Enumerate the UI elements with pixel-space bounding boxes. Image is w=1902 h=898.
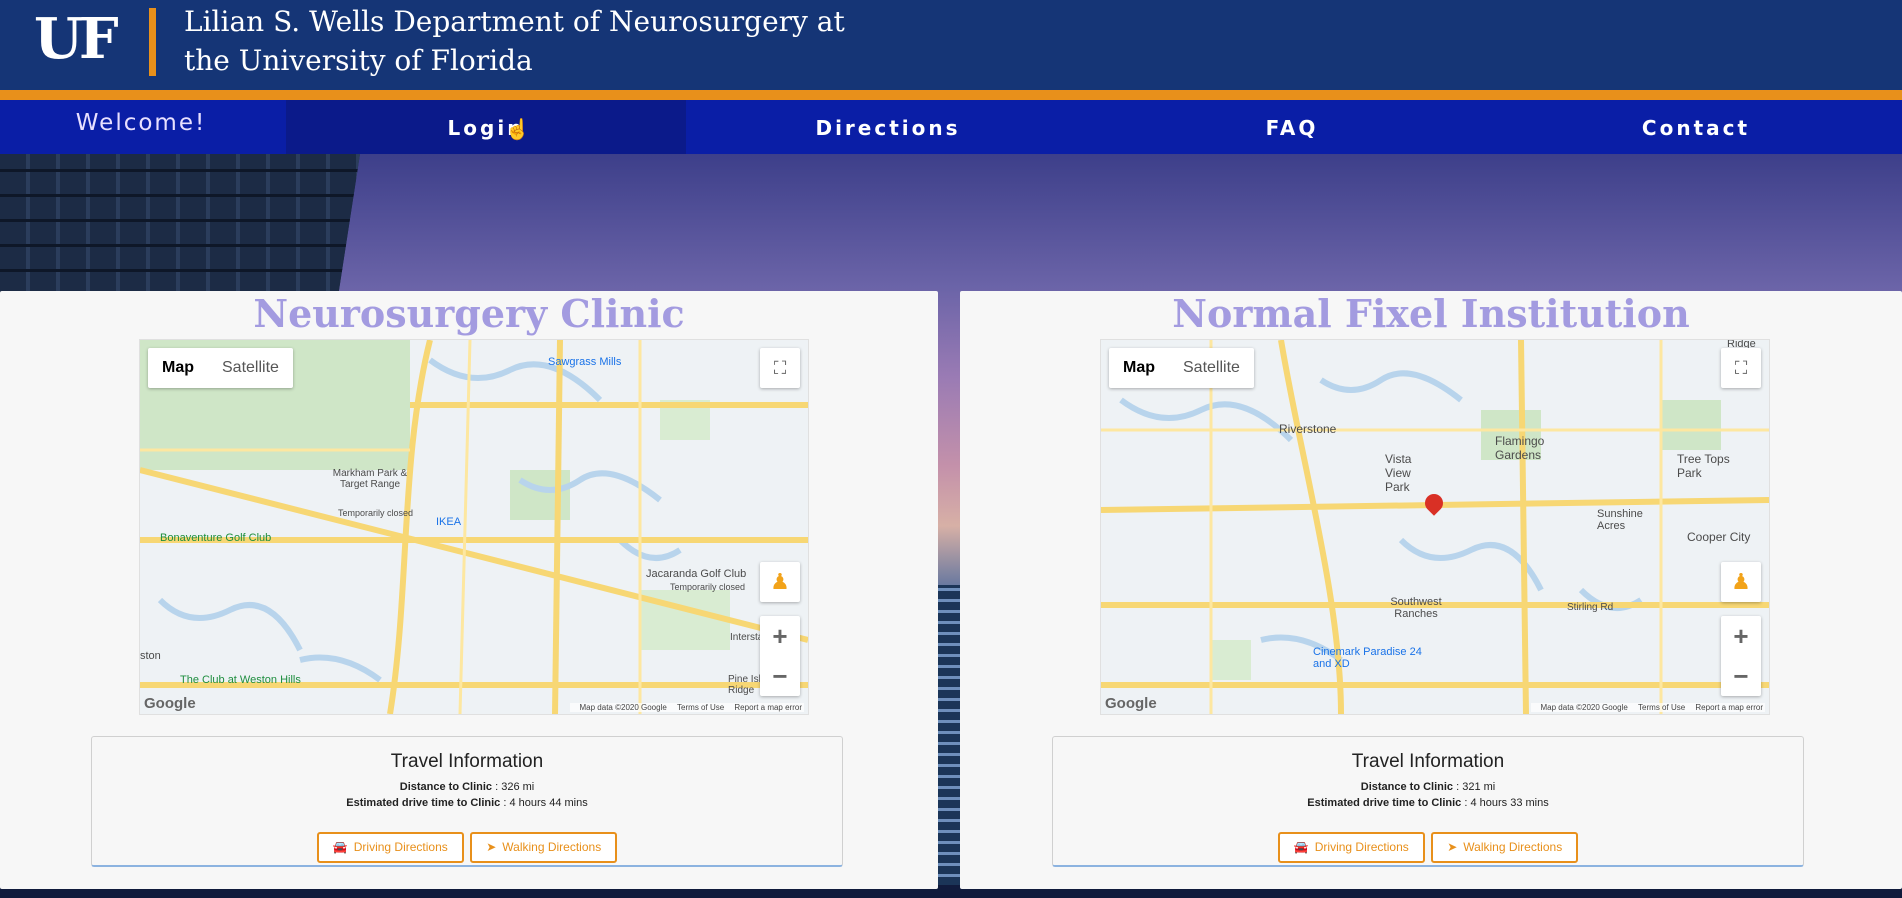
travel-heading: Travel Information <box>390 751 544 772</box>
map-label-stirling-rd: Stirling Rd <box>1567 602 1614 613</box>
direction-buttons: 🚘 Driving Directions ➤ Walking Directions <box>1053 832 1803 863</box>
map-poi-jacaranda[interactable]: Jacaranda Golf Club <box>646 568 746 580</box>
driving-label: Driving Directions <box>353 840 448 854</box>
drive-time-value: : 4 hours 33 mins <box>1464 797 1549 809</box>
header-accent-bar <box>0 90 1902 100</box>
pegman-icon[interactable]: ♟ <box>760 562 800 602</box>
location-arrow-icon: ➤ <box>486 840 497 854</box>
drive-time-line: Estimated drive time to Clinic : 4 hours… <box>92 795 842 811</box>
map-poi-sawgrass[interactable]: Sawgrass Mills <box>548 356 621 368</box>
map-label-ston: ston <box>140 650 161 662</box>
driving-directions-button[interactable]: 🚘 Driving Directions <box>1277 832 1425 863</box>
header-divider <box>149 8 156 76</box>
city-lights-image <box>938 585 960 885</box>
map-poi-weston[interactable]: The Club at Weston Hills <box>180 674 301 686</box>
driving-label: Driving Directions <box>1314 840 1409 854</box>
fullscreen-icon[interactable]: ⛶ <box>760 348 800 388</box>
map-data-text: Map data ©2020 Google <box>1540 703 1628 712</box>
map-label-southwest-ranches: Southwest Ranches <box>1390 596 1442 620</box>
driving-directions-button[interactable]: 🚘 Driving Directions <box>316 832 464 863</box>
map-label-cooper-city: Cooper City <box>1687 530 1751 544</box>
clinic-map[interactable]: Sawgrass Mills Markham Park & Target Ran… <box>139 339 809 715</box>
drive-time-line: Estimated drive time to Clinic : 4 hours… <box>1053 795 1803 811</box>
travel-heading: Travel Information <box>1351 751 1505 772</box>
site-title: Lilian S. Wells Department of Neurosurge… <box>184 5 845 77</box>
walking-directions-button[interactable]: ➤ Walking Directions <box>470 832 618 863</box>
main-nav: Welcome! Login Directions FAQ Contact <box>0 100 1902 154</box>
map-type-control: Map Satellite <box>148 348 293 388</box>
map-report-link[interactable]: Report a map error <box>1695 703 1763 712</box>
google-logo: Google <box>1105 695 1157 712</box>
map-terms-link[interactable]: Terms of Use <box>1638 703 1685 712</box>
zoom-in-button[interactable]: + <box>1721 616 1761 656</box>
clinic-title: Neurosurgery Clinic <box>253 291 685 336</box>
travel-info-box: Travel Information Distance to Clinic : … <box>1052 736 1804 867</box>
drive-time-value: : 4 hours 44 mins <box>503 797 588 809</box>
fullscreen-icon[interactable]: ⛶ <box>1721 348 1761 388</box>
zoom-in-button[interactable]: + <box>760 616 800 656</box>
map-poi-markham-status: Temporarily closed <box>338 508 414 518</box>
map-terms-link[interactable]: Terms of Use <box>677 703 724 712</box>
zoom-control: + − <box>1721 616 1761 696</box>
nav-login[interactable]: Login <box>286 100 686 154</box>
hand-cursor-icon: ☝ <box>505 119 530 141</box>
map-poi-jacaranda-status: Temporarily closed <box>670 582 746 592</box>
distance-label: Distance to Clinic <box>1360 781 1454 793</box>
welcome-text: Welcome! <box>75 110 207 136</box>
walking-directions-button[interactable]: ➤ Walking Directions <box>1431 832 1579 863</box>
distance-value: : 326 mi <box>495 781 535 793</box>
google-logo: Google <box>144 695 196 712</box>
site-header: UF Lilian S. Wells Department of Neurosu… <box>0 0 1902 90</box>
car-icon: 🚘 <box>332 840 348 854</box>
map-poi-cinemark[interactable]: Cinemark Paradise 24 and XD <box>1313 646 1423 670</box>
car-icon: 🚘 <box>1293 840 1309 854</box>
map-poi-vista-view[interactable]: Vista View Park <box>1385 452 1435 494</box>
drive-time-label: Estimated drive time to Clinic <box>346 797 501 809</box>
map-poi-riverstone[interactable]: Riverstone <box>1279 422 1336 436</box>
zoom-control: + − <box>760 616 800 696</box>
walking-label: Walking Directions <box>1463 840 1563 854</box>
map-poi-tree-tops[interactable]: Tree Tops Park <box>1677 452 1737 480</box>
map-roads <box>1101 340 1769 714</box>
distance-line: Distance to Clinic : 326 mi <box>92 779 842 795</box>
walking-label: Walking Directions <box>502 840 602 854</box>
map-type-control: Map Satellite <box>1109 348 1254 388</box>
map-type-satellite[interactable]: Satellite <box>208 348 293 388</box>
travel-info-box: Travel Information Distance to Clinic : … <box>91 736 843 867</box>
map-label-sunshine: Sunshine Acres <box>1597 508 1643 532</box>
nav-contact[interactable]: Contact <box>1494 100 1898 154</box>
distance-line: Distance to Clinic : 321 mi <box>1053 779 1803 795</box>
distance-value: : 321 mi <box>1456 781 1496 793</box>
nav-faq[interactable]: FAQ <box>1090 100 1494 154</box>
institution-title: Normal Fixel Institution <box>1172 291 1690 336</box>
building-image <box>0 154 360 294</box>
pegman-icon[interactable]: ♟ <box>1721 562 1761 602</box>
map-poi-bonaventure[interactable]: Bonaventure Golf Club <box>160 532 271 544</box>
map-report-link[interactable]: Report a map error <box>734 703 802 712</box>
map-footer: Map data ©2020 Google Terms of Use Repor… <box>569 703 804 712</box>
uf-logo[interactable]: UF <box>34 10 124 68</box>
map-data-text: Map data ©2020 Google <box>579 703 667 712</box>
direction-buttons: 🚘 Driving Directions ➤ Walking Directions <box>92 832 842 863</box>
clinic-card: Neurosurgery Clinic Sawgrass Mills Markh… <box>0 291 938 889</box>
drive-time-label: Estimated drive time to Clinic <box>1307 797 1462 809</box>
location-arrow-icon: ➤ <box>1447 840 1458 854</box>
nav-directions[interactable]: Directions <box>686 100 1090 154</box>
institution-map[interactable]: Riverstone Vista View Park Flamingo Gard… <box>1100 339 1770 715</box>
map-footer: Map data ©2020 Google Terms of Use Repor… <box>1530 703 1765 712</box>
distance-label: Distance to Clinic <box>399 781 493 793</box>
map-poi-ikea[interactable]: IKEA <box>436 516 461 528</box>
zoom-out-button[interactable]: − <box>1721 656 1761 696</box>
map-type-map[interactable]: Map <box>148 348 208 388</box>
map-roads <box>140 340 808 714</box>
map-type-satellite[interactable]: Satellite <box>1169 348 1254 388</box>
map-poi-flamingo[interactable]: Flamingo Gardens <box>1495 434 1555 462</box>
map-poi-markham[interactable]: Markham Park & Target Range <box>330 468 410 490</box>
zoom-out-button[interactable]: − <box>760 656 800 696</box>
map-type-map[interactable]: Map <box>1109 348 1169 388</box>
institution-card: Normal Fixel Institution Riverstone Vist… <box>960 291 1902 889</box>
